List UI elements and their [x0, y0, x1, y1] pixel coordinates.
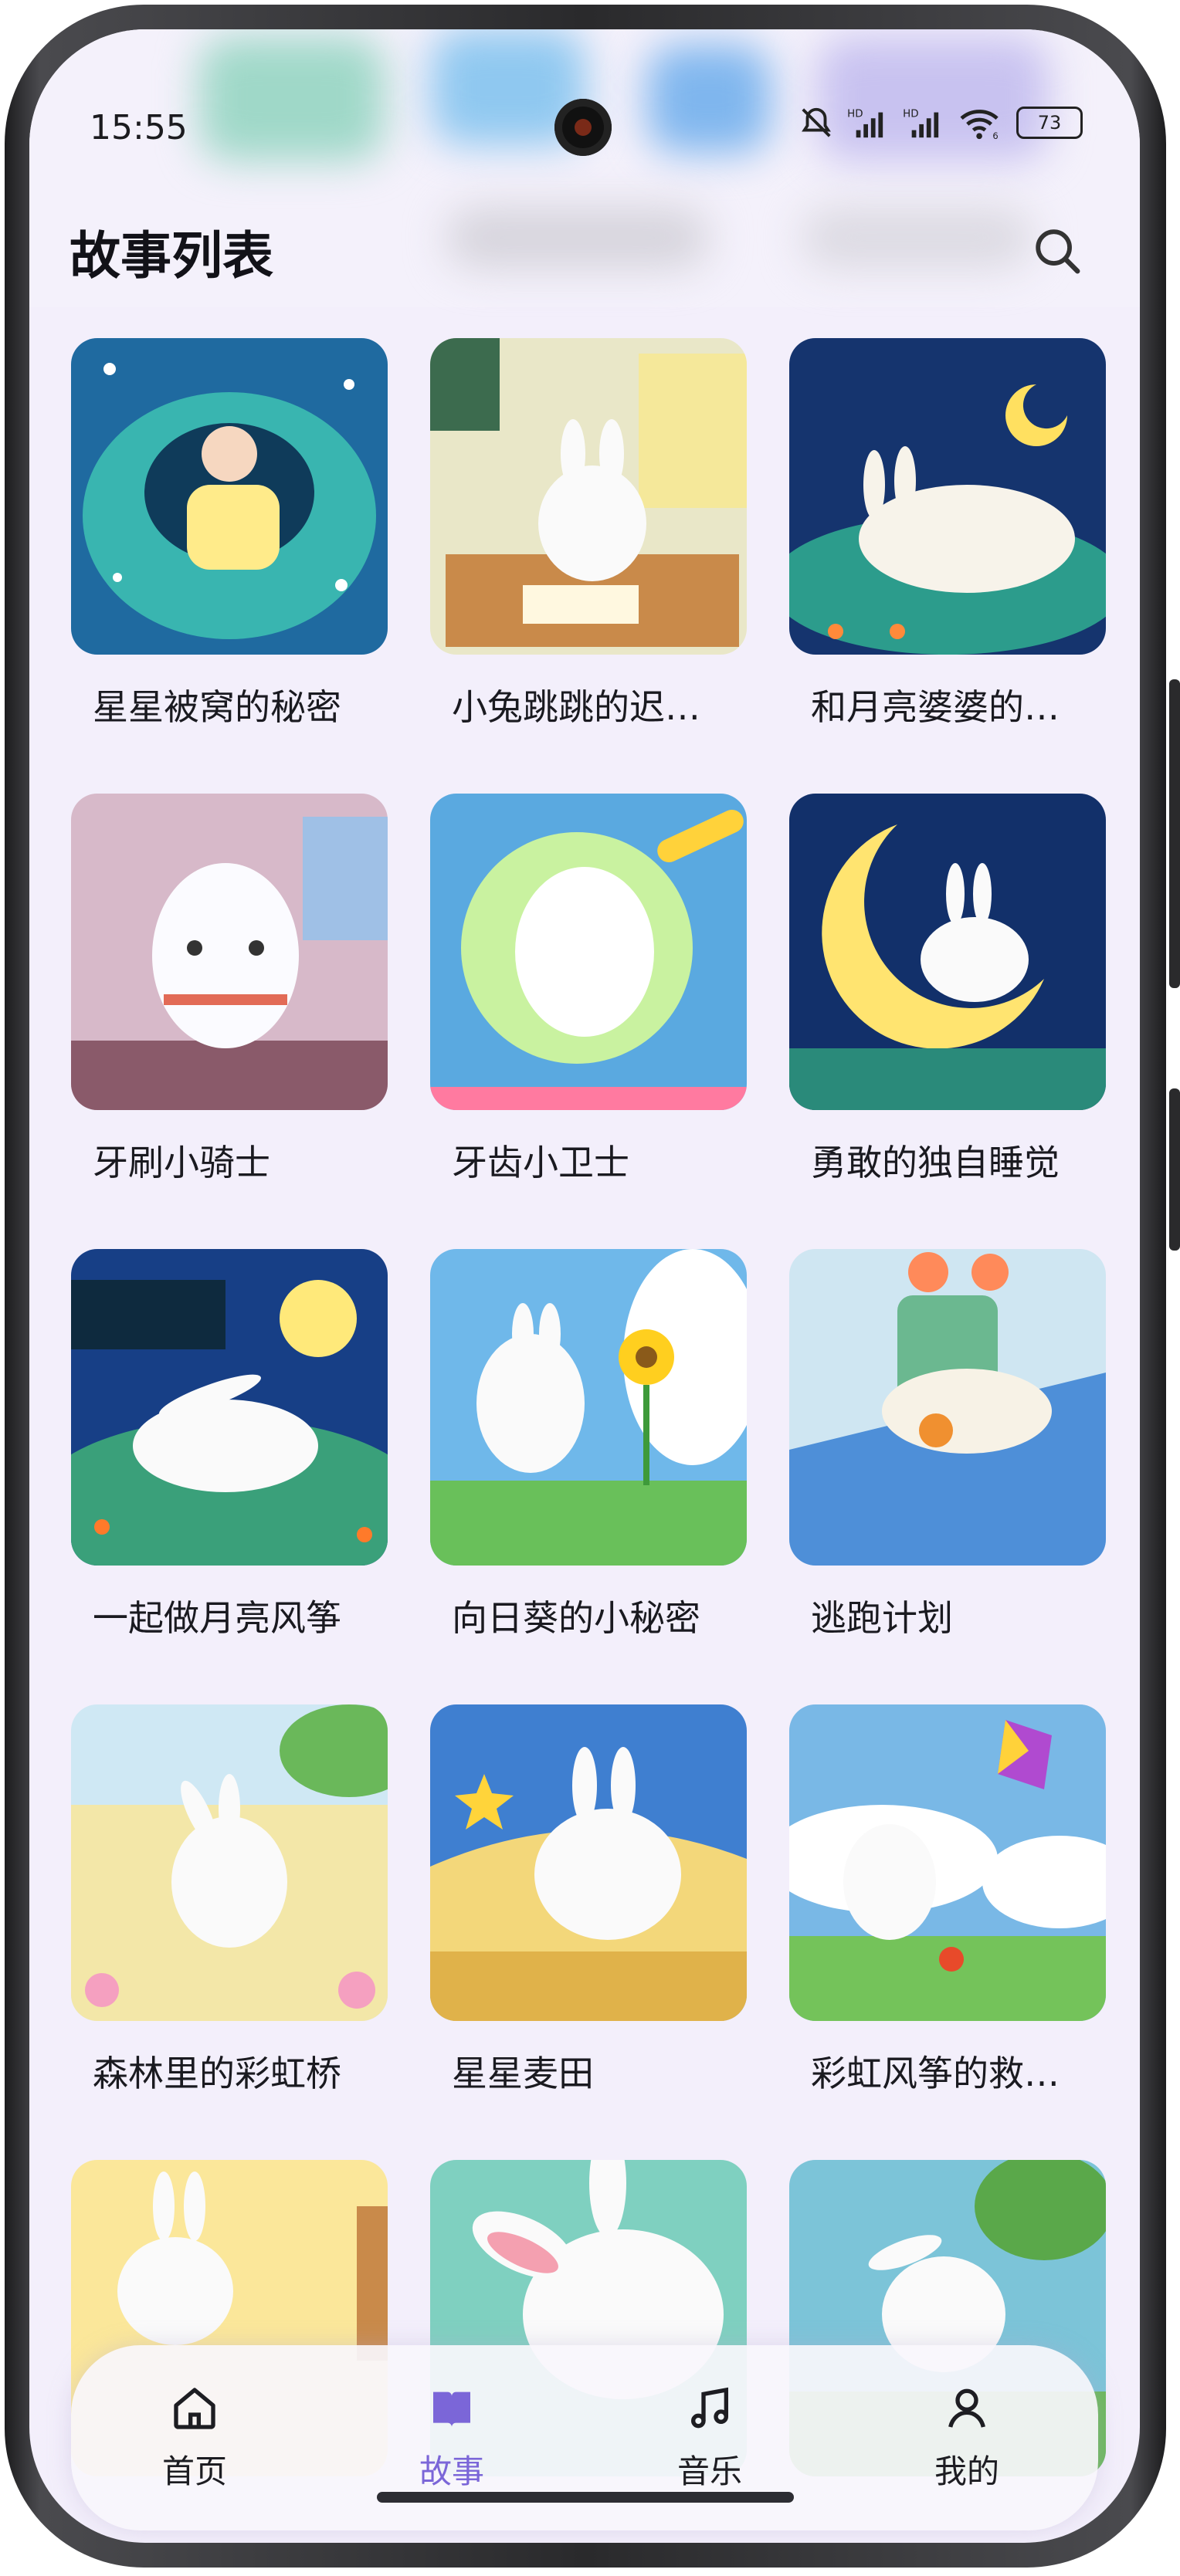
story-card[interactable]: 牙齿小卫士 — [430, 794, 747, 1186]
story-thumbnail — [430, 1249, 747, 1566]
story-thumbnail — [430, 338, 747, 655]
story-card[interactable]: 一起做月亮风筝 — [71, 1249, 388, 1641]
app-screen: 15:55 HD HD 6 73 故事列表 星星被窝的秘密 小兔跳跳的迟… 和月… — [29, 29, 1140, 2543]
story-card[interactable]: 彩虹风筝的救… — [789, 1704, 1106, 2097]
status-time: 15:55 — [90, 108, 188, 147]
svg-text:HD: HD — [903, 108, 918, 120]
story-thumbnail — [430, 1704, 747, 2021]
story-title: 逃跑计划 — [811, 1597, 953, 1639]
story-thumbnail — [789, 794, 1106, 1110]
story-card[interactable]: 逃跑计划 — [789, 1249, 1106, 1641]
story-thumbnail — [71, 1249, 388, 1566]
story-card[interactable]: 牙刷小骑士 — [71, 794, 388, 1186]
phone-frame: 15:55 HD HD 6 73 故事列表 星星被窝的秘密 小兔跳跳的迟… 和月… — [0, 0, 1180, 2576]
story-title: 小兔跳跳的迟… — [452, 686, 700, 728]
home-indicator[interactable] — [377, 2492, 794, 2503]
front-camera — [554, 99, 612, 156]
nav-item-home[interactable]: 首页 — [117, 2384, 272, 2493]
page-title: 故事列表 — [70, 226, 273, 286]
status-icons: HD HD 6 73 — [799, 105, 1083, 140]
story-thumbnail — [789, 1704, 1106, 2021]
story-card[interactable]: 星星被窝的秘密 — [71, 338, 388, 730]
story-thumbnail — [71, 338, 388, 655]
volume-button — [1169, 679, 1180, 988]
person-icon — [948, 2388, 985, 2428]
music-note-icon — [691, 2387, 728, 2429]
story-title: 勇敢的独自睡觉 — [811, 1142, 1060, 1183]
nav-label-home: 首页 — [161, 2452, 227, 2490]
story-title: 星星被窝的秘密 — [93, 686, 341, 728]
story-card[interactable]: 和月亮婆婆的… — [789, 338, 1106, 730]
story-title: 牙齿小卫士 — [452, 1142, 629, 1183]
story-thumbnail — [789, 338, 1106, 655]
story-title: 牙刷小骑士 — [93, 1142, 270, 1183]
power-button — [1169, 1088, 1180, 1251]
status-bar: 15:55 HD HD 6 73 — [29, 76, 1140, 161]
story-thumbnail — [71, 1704, 388, 2021]
story-thumbnail — [430, 794, 747, 1110]
story-thumbnail — [789, 1249, 1106, 1566]
book-icon — [433, 2392, 470, 2427]
signal-icon-2: HD — [903, 108, 939, 138]
home-icon — [174, 2388, 215, 2429]
story-thumbnail — [71, 794, 388, 1110]
signal-icon: HD — [847, 108, 883, 138]
story-title: 彩虹风筝的救… — [811, 2053, 1060, 2094]
story-card[interactable]: 小兔跳跳的迟… — [430, 338, 747, 730]
story-card[interactable]: 向日葵的小秘密 — [430, 1249, 747, 1641]
story-title: 森林里的彩虹桥 — [93, 2053, 341, 2094]
nav-label-profile: 我的 — [934, 2452, 999, 2490]
story-card[interactable]: 森林里的彩虹桥 — [71, 1704, 388, 2097]
nav-label-stories: 故事 — [419, 2452, 484, 2490]
nav-item-stories[interactable]: 故事 — [375, 2384, 529, 2493]
battery-indicator: 73 — [1016, 107, 1083, 139]
story-card[interactable]: 勇敢的独自睡觉 — [789, 794, 1106, 1186]
story-title: 向日葵的小秘密 — [452, 1597, 700, 1639]
story-card[interactable]: 星星麦田 — [430, 1704, 747, 2097]
svg-text:6: 6 — [992, 130, 998, 140]
story-title: 星星麦田 — [452, 2053, 594, 2094]
story-title: 一起做月亮风筝 — [93, 1597, 341, 1639]
search-icon[interactable] — [1030, 224, 1084, 278]
nav-label-music: 音乐 — [676, 2452, 742, 2490]
wifi-icon: 6 — [960, 110, 999, 140]
nav-item-profile[interactable]: 我的 — [890, 2384, 1044, 2493]
svg-text:HD: HD — [847, 108, 863, 120]
story-title: 和月亮婆婆的… — [811, 686, 1060, 728]
mute-bell-icon — [802, 107, 831, 137]
bottom-navigation: 首页 故事 音乐 我的 — [71, 2345, 1098, 2530]
nav-item-music[interactable]: 音乐 — [632, 2384, 787, 2493]
